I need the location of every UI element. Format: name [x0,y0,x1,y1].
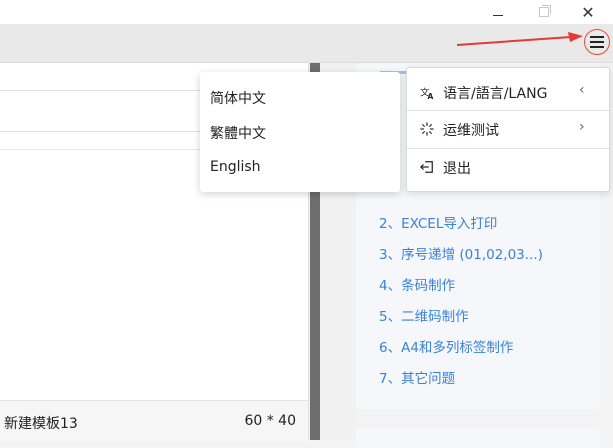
language-option-traditional-chinese[interactable]: 繁體中文 [210,123,266,143]
window-titlebar: ✕ [0,0,613,24]
loading-spinner-icon [419,121,435,137]
template-name: 新建模板13 [4,416,78,432]
chevron-left-icon: ‹ [579,82,585,98]
label-size: 60 * 40 [244,413,296,429]
menu-item-exit[interactable]: 退出 [407,149,609,185]
help-link-excel-import[interactable]: 2、EXCEL导入打印 [379,212,497,232]
menu-item-exit-label: 退出 [443,161,471,177]
help-card-secondary [356,428,600,448]
minimize-button[interactable] [478,0,518,24]
main-menu-dropdown: 文 A 语言/語言/LANG ‹ 运维测试 › 退出 [406,67,610,192]
help-link-serial-increment[interactable]: 3、序号递增 (01,02,03...) [379,243,543,263]
language-option-english[interactable]: English [210,159,261,175]
help-link-qrcode[interactable]: 5、二维码制作 [379,305,469,325]
chevron-right-icon: › [579,119,585,135]
annotation-arrow [456,32,583,46]
hamburger-menu-icon [590,36,604,48]
language-option-simplified-chinese[interactable]: 简体中文 [210,88,266,108]
svg-text:A: A [427,92,433,100]
menu-item-language-label: 语言/語言/LANG [443,86,548,102]
help-link-other-questions[interactable]: 7、其它问题 [379,367,455,387]
help-link-barcode[interactable]: 4、条码制作 [379,274,455,294]
menu-item-maintenance-test-label: 运维测试 [443,123,499,139]
maximize-icon [539,5,551,17]
close-button[interactable]: ✕ [568,0,608,24]
menu-item-language[interactable]: 文 A 语言/語言/LANG ‹ [407,74,609,110]
language-submenu: 简体中文 繁體中文 English [200,72,400,192]
main-menu-button[interactable] [584,29,610,55]
menu-item-maintenance-test[interactable]: 运维测试 › [407,111,609,147]
exit-icon [419,159,435,175]
status-bar: 新建模板13 60 * 40 [0,400,308,441]
close-icon: ✕ [581,2,595,22]
translate-icon: 文 A [419,84,435,100]
minimize-icon [493,14,503,16]
maximize-button[interactable] [524,0,564,24]
help-link-a4-multicolumn[interactable]: 6、A4和多列标签制作 [379,336,513,356]
